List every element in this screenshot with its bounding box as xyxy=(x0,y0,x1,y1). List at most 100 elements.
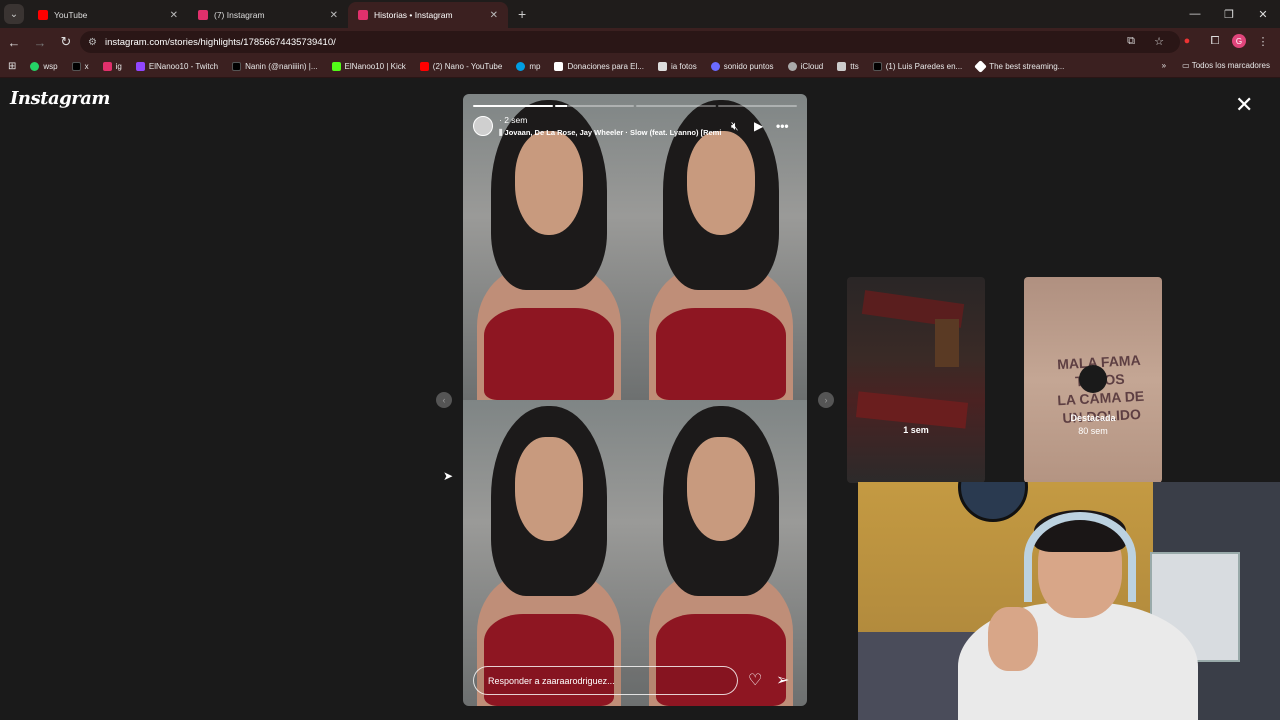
new-tab-icon[interactable]: + xyxy=(518,6,526,22)
preview-time: 1 sem xyxy=(903,425,929,435)
music-label[interactable]: ⫼ Jovaan, De La Rose, Jay Wheeler · Slow… xyxy=(499,128,724,138)
bookmark-label: ElNanoo10 - Twitch xyxy=(148,62,219,71)
avatar[interactable] xyxy=(473,116,493,136)
bookmark-ig[interactable]: ig xyxy=(102,62,122,71)
menu-icon[interactable]: ⋮ xyxy=(1252,30,1274,52)
restore-icon[interactable]: ❐ xyxy=(1212,0,1246,28)
bookmark-label: x xyxy=(84,62,89,71)
story-viewer[interactable]: · 2 sem ⫼ Jovaan, De La Rose, Jay Wheele… xyxy=(463,94,807,706)
preview-door xyxy=(935,319,959,367)
progress-segment xyxy=(717,105,797,107)
forward-icon[interactable]: → xyxy=(28,30,52,54)
story-preview-highlight[interactable]: MALA FAMATODOSLA CAMA DEUN DOLIDO Destac… xyxy=(1024,277,1162,483)
bookmark-icloud[interactable]: iCloud xyxy=(787,62,824,71)
music-text: Jovaan, De La Rose, Jay Wheeler · Slow (… xyxy=(504,128,722,137)
story-preview-next[interactable]: 1 sem xyxy=(847,277,985,483)
all-bookmarks-label: Todos los marcadores xyxy=(1191,61,1270,70)
bookmark-twitch[interactable]: ElNanoo10 - Twitch xyxy=(135,62,219,71)
tab-title: (7) Instagram xyxy=(214,10,265,20)
site-info-icon[interactable]: ⚙ xyxy=(88,37,97,48)
youtube-icon xyxy=(38,10,48,20)
address-bar[interactable]: ⚙ instagram.com/stories/highlights/17856… xyxy=(80,31,1180,53)
puzzle-icon[interactable]: ⧠ xyxy=(1204,30,1226,52)
bookmark-label: mp xyxy=(529,62,541,71)
x-icon xyxy=(872,62,882,71)
instagram-stories-page: Instagram ✕ ‹ › · 2 sem ⫼ Jovaan, De La … xyxy=(0,80,1280,720)
bookmark-luis-paredes[interactable]: (1) Luis Paredes en... xyxy=(872,62,962,71)
bookmark-streaming[interactable]: The best streaming... xyxy=(974,60,1064,73)
bookmarks-bar: ⊞ wsp x ig ElNanoo10 - Twitch Nanin (@na… xyxy=(0,56,1280,78)
story-photo-3 xyxy=(463,400,635,706)
close-stories-icon[interactable]: ✕ xyxy=(1235,94,1253,116)
tab-youtube[interactable]: YouTube ✕ xyxy=(28,2,188,28)
bookmark-label: iCloud xyxy=(800,62,824,71)
bookmark-label: ia fotos xyxy=(670,62,697,71)
highlight-avatar xyxy=(1079,365,1107,393)
close-tab-icon[interactable]: ✕ xyxy=(170,10,178,21)
preview-time: 80 sem xyxy=(1078,426,1108,436)
reload-icon[interactable]: ↻ xyxy=(54,30,78,54)
story-time: · 2 sem xyxy=(499,115,527,125)
extension-icon[interactable]: ● xyxy=(1176,30,1198,52)
toolbar-actions: ⧉ ☆ ● ⧠ G ⋮ xyxy=(1120,30,1274,52)
mercadopago-icon xyxy=(516,62,526,71)
close-window-icon[interactable]: ✕ xyxy=(1246,0,1280,28)
install-app-icon[interactable]: ⧉ xyxy=(1120,30,1142,52)
story-header: · 2 sem ⫼ Jovaan, De La Rose, Jay Wheele… xyxy=(473,114,797,140)
previous-story-icon[interactable]: ‹ xyxy=(436,392,452,408)
instagram-icon xyxy=(102,62,112,71)
tab-title: YouTube xyxy=(54,10,88,20)
profile-avatar[interactable]: G xyxy=(1232,34,1246,48)
send-icon[interactable]: ➢ xyxy=(776,670,789,690)
mute-icon[interactable]: 🔇︎ xyxy=(731,119,739,134)
bookmarks-overflow-icon[interactable]: » xyxy=(1162,61,1166,70)
tab-instagram[interactable]: (7) Instagram ✕ xyxy=(188,2,348,28)
x-icon xyxy=(71,62,81,71)
twitch-icon xyxy=(135,62,145,71)
bookmark-wsp[interactable]: wsp xyxy=(30,62,58,71)
bookmark-label: sonido puntos xyxy=(723,62,774,71)
bookmark-label: tts xyxy=(850,62,859,71)
back-icon[interactable]: ← xyxy=(2,30,26,54)
more-options-icon[interactable]: ••• xyxy=(776,119,789,133)
tab-strip: ⌄ YouTube ✕ (7) Instagram ✕ Historias • … xyxy=(0,0,1280,28)
play-icon[interactable]: ▶ xyxy=(754,119,763,133)
bookmark-donaciones[interactable]: Donaciones para El... xyxy=(554,62,644,71)
browser-toolbar: ← → ↻ ⚙ instagram.com/stories/highlights… xyxy=(0,28,1280,56)
bookmark-label: wsp xyxy=(43,62,58,71)
progress-segment xyxy=(636,105,716,107)
folder-icon: ▭ xyxy=(1182,61,1190,70)
bookmark-x[interactable]: x xyxy=(71,62,89,71)
progress-segment xyxy=(554,105,634,107)
bookmark-tiktok[interactable]: Nanin (@naniiiin) |... xyxy=(232,62,318,71)
page-icon xyxy=(837,62,847,71)
progress-segment xyxy=(473,105,553,107)
webcam-headphones xyxy=(1024,512,1136,602)
tab-search-icon[interactable]: ⌄ xyxy=(4,4,24,24)
instagram-logo[interactable]: Instagram xyxy=(10,88,110,109)
bookmark-kick[interactable]: ElNanoo10 | Kick xyxy=(331,62,406,71)
bookmark-ia-fotos[interactable]: ia fotos xyxy=(657,62,697,71)
bookmark-sonido-puntos[interactable]: sonido puntos xyxy=(710,62,774,71)
preview-wall-text: MALA FAMATODOSLA CAMA DEUN DOLIDO xyxy=(1056,351,1145,427)
apps-icon[interactable]: ⊞ xyxy=(8,61,16,72)
instagram-icon xyxy=(358,10,368,20)
all-bookmarks[interactable]: ▭ Todos los marcadores xyxy=(1182,61,1270,70)
reply-input[interactable]: Responder a zaaraarodriguez... xyxy=(473,666,738,695)
donation-icon xyxy=(554,62,564,71)
star-icon[interactable]: ☆ xyxy=(1148,30,1170,52)
bookmark-mp[interactable]: mp xyxy=(516,62,540,71)
heart-icon[interactable]: ♡ xyxy=(748,670,762,690)
instagram-icon xyxy=(198,10,208,20)
time-ago-text: 2 sem xyxy=(504,115,528,125)
bookmark-label: Donaciones para El... xyxy=(567,62,644,71)
bookmark-youtube[interactable]: (2) Nano - YouTube xyxy=(419,62,502,71)
close-tab-icon[interactable]: ✕ xyxy=(330,10,338,21)
next-story-icon[interactable]: › xyxy=(818,392,834,408)
bookmark-label: ig xyxy=(115,62,122,71)
close-tab-icon[interactable]: ✕ xyxy=(490,10,498,21)
mouse-cursor-icon: ➤ xyxy=(443,469,454,483)
bookmark-tts[interactable]: tts xyxy=(837,62,859,71)
tab-historias[interactable]: Historias • Instagram ✕ xyxy=(348,2,508,28)
minimize-icon[interactable]: — xyxy=(1178,0,1212,28)
